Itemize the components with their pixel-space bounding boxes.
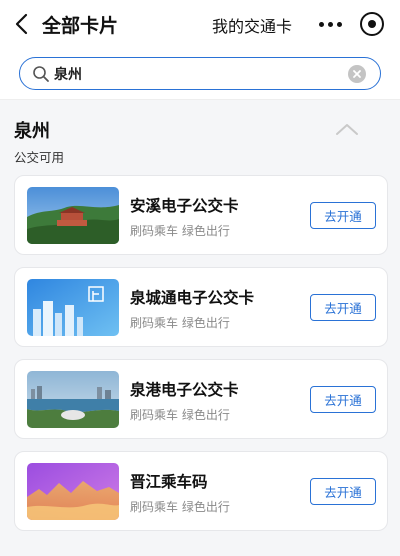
card-description: 刷码乘车 绿色出行 [130, 316, 230, 330]
card-item[interactable]: 泉城通电子公交卡 刷码乘车 绿色出行 去开通 [14, 267, 388, 347]
card-thumbnail [27, 187, 119, 244]
card-name: 泉城通电子公交卡 [130, 289, 255, 307]
card-name: 泉港电子公交卡 [130, 381, 239, 399]
collapse-button[interactable] [334, 120, 360, 138]
more-button[interactable] [315, 14, 345, 34]
open-button[interactable]: 去开通 [310, 478, 376, 505]
card-thumbnail [27, 371, 119, 428]
search-input[interactable] [54, 62, 344, 86]
open-button[interactable]: 去开通 [310, 202, 376, 229]
card-description: 刷码乘车 绿色出行 [130, 224, 230, 238]
close-target-icon [368, 20, 376, 28]
card-item[interactable]: 安溪电子公交卡 刷码乘车 绿色出行 去开通 [14, 175, 388, 255]
chevron-up-icon [336, 124, 358, 135]
card-description: 刷码乘车 绿色出行 [130, 408, 230, 422]
card-item[interactable]: 泉港电子公交卡 刷码乘车 绿色出行 去开通 [14, 359, 388, 439]
card-item[interactable]: 晋江乘车码 刷码乘车 绿色出行 去开通 [14, 451, 388, 531]
clear-button[interactable] [348, 65, 366, 83]
clear-icon [353, 70, 361, 78]
back-button[interactable] [8, 9, 36, 39]
page-title: 全部卡片 [42, 15, 119, 37]
top-bar: 全部卡片 我的交通卡 [0, 0, 400, 50]
card-thumbnail [27, 279, 119, 336]
search-area [0, 50, 400, 100]
search-box[interactable] [19, 57, 381, 90]
open-button[interactable]: 去开通 [310, 386, 376, 413]
card-thumbnail [27, 463, 119, 520]
back-arrow-icon [15, 13, 28, 35]
card-name: 晋江乘车码 [130, 473, 208, 491]
close-button[interactable] [360, 12, 384, 36]
open-button[interactable]: 去开通 [310, 294, 376, 321]
search-icon [33, 66, 49, 82]
section-title: 泉州 [14, 121, 50, 142]
my-transit-card-link[interactable]: 我的交通卡 [212, 13, 292, 37]
card-description: 刷码乘车 绿色出行 [130, 500, 230, 514]
card-name: 安溪电子公交卡 [130, 197, 239, 215]
more-dots-icon [318, 21, 324, 27]
section-subtitle: 公交可用 [14, 150, 65, 165]
